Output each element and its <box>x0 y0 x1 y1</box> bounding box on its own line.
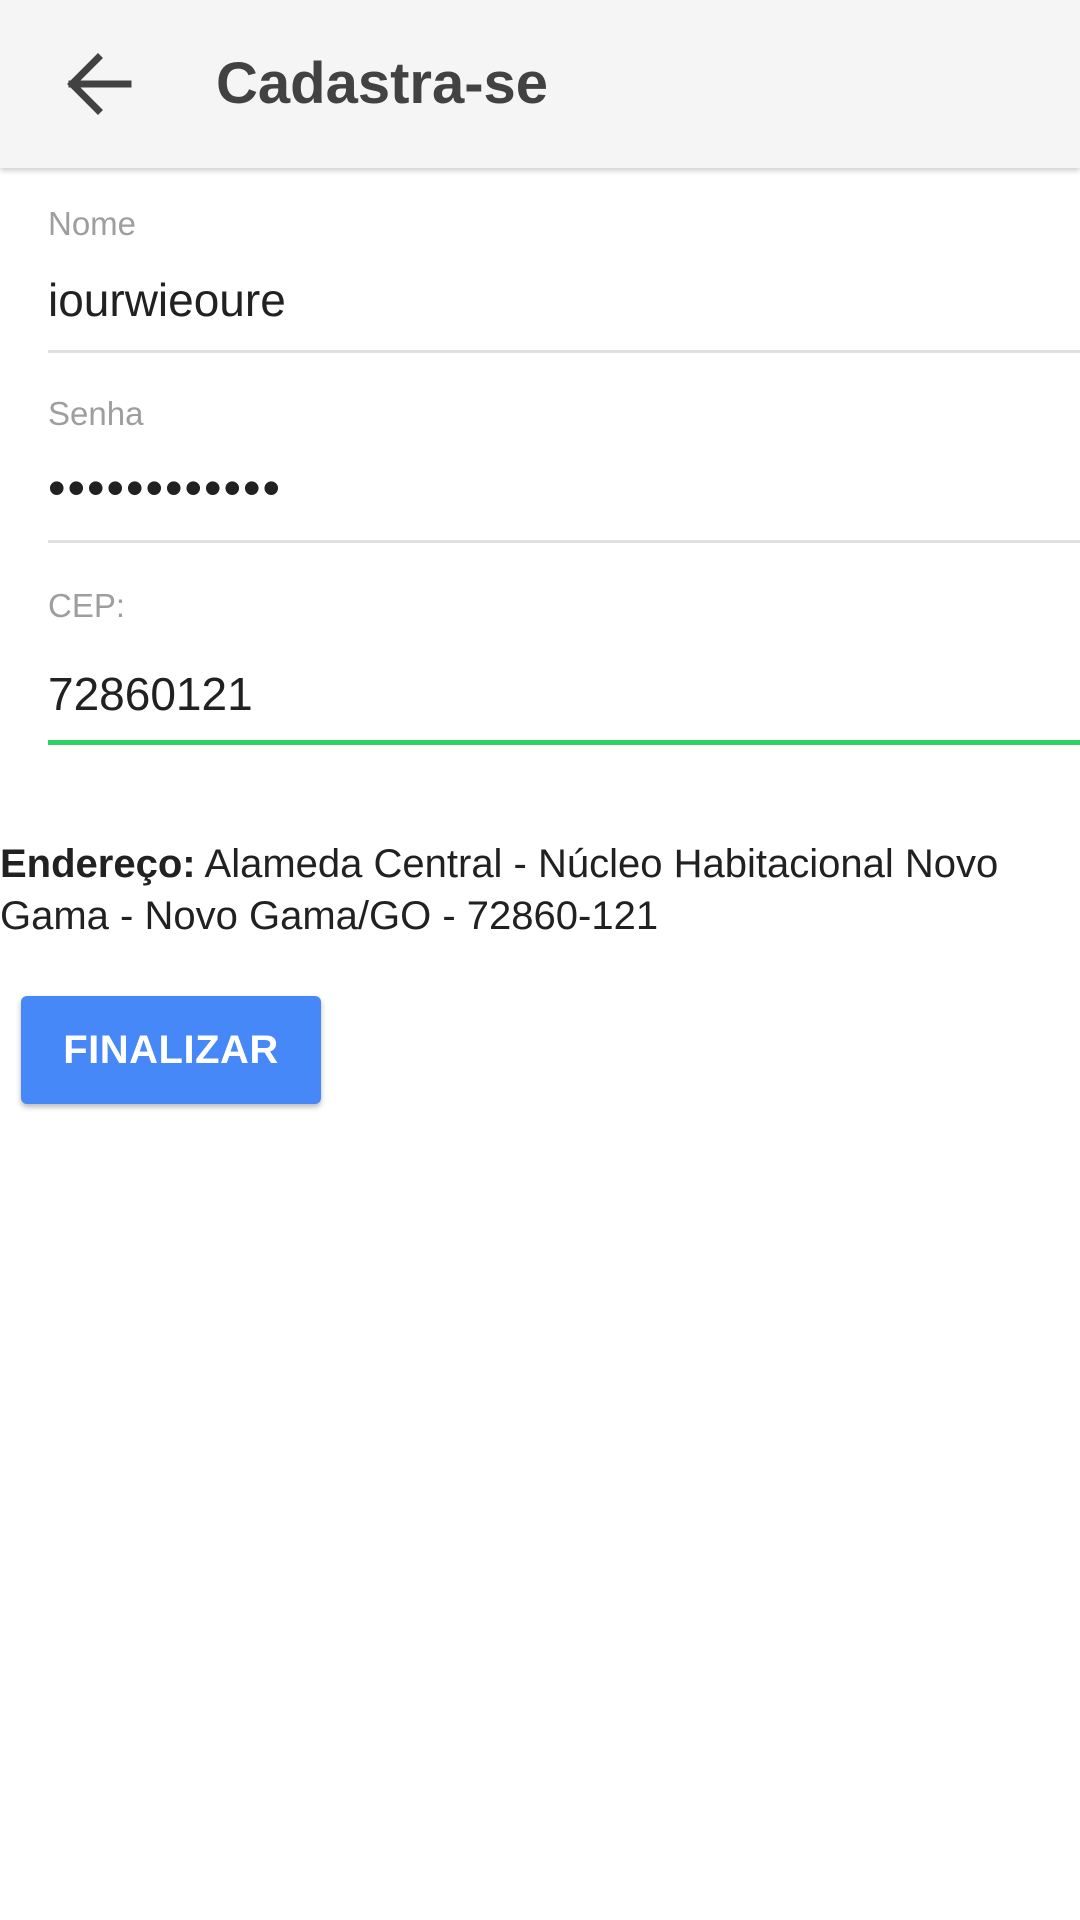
arrow-left-icon <box>52 44 140 124</box>
name-label: Nome <box>48 205 137 242</box>
address-text: Endereço: Alameda Central - Núcleo Habit… <box>0 838 1060 942</box>
password-field: Senha <box>48 390 1080 546</box>
name-underline <box>48 350 1080 353</box>
back-button[interactable] <box>52 44 140 124</box>
cep-input[interactable] <box>48 658 1080 730</box>
signup-screen: Cadastra-se Nome Senha CEP: Endereço: Al… <box>0 0 1080 1920</box>
page-title: Cadastra-se <box>216 51 549 116</box>
cep-underline <box>48 740 1080 745</box>
cep-field: CEP: <box>48 582 1080 752</box>
password-label: Senha <box>48 395 144 432</box>
name-field: Nome <box>48 200 1080 356</box>
password-input[interactable] <box>48 452 1080 524</box>
app-bar: Cadastra-se <box>0 0 1080 168</box>
address-label: Endereço: <box>0 842 196 886</box>
finish-button[interactable]: FINALIZAR <box>21 996 321 1104</box>
password-underline <box>48 540 1080 543</box>
name-input[interactable] <box>48 264 1080 336</box>
cep-label: CEP: <box>48 587 126 624</box>
